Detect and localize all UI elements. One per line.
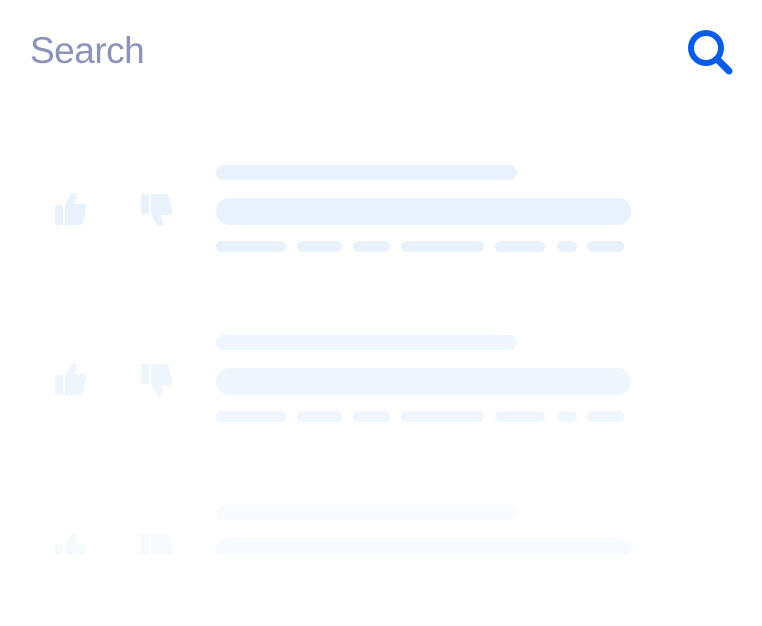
result-row-skeleton bbox=[0, 0, 762, 555]
results-skeleton bbox=[0, 0, 762, 626]
skeleton-subtitle bbox=[216, 505, 517, 520]
